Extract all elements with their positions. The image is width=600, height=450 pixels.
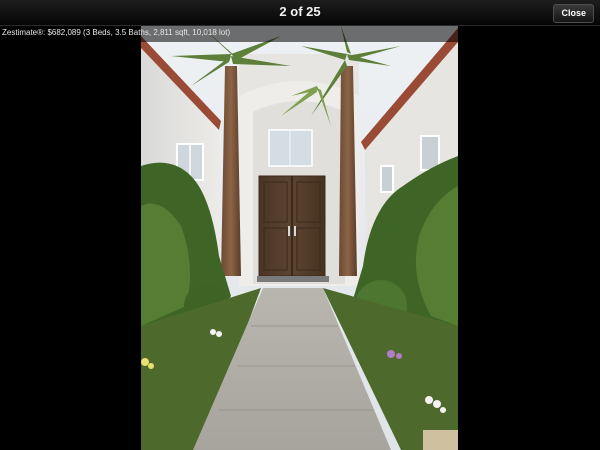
listing-photo[interactable] bbox=[141, 26, 458, 450]
photo-counter: 2 of 25 bbox=[279, 4, 321, 19]
viewer-top-bar: 2 of 25 Close bbox=[0, 0, 600, 26]
photo-caption: Zestimate®: $682,089 (3 Beds, 3.5 Baths,… bbox=[2, 28, 231, 37]
close-button[interactable]: Close bbox=[553, 4, 594, 23]
photo-caption-bar: Zestimate®: $682,089 (3 Beds, 3.5 Baths,… bbox=[0, 26, 600, 42]
house-entrance-photo bbox=[141, 26, 458, 450]
